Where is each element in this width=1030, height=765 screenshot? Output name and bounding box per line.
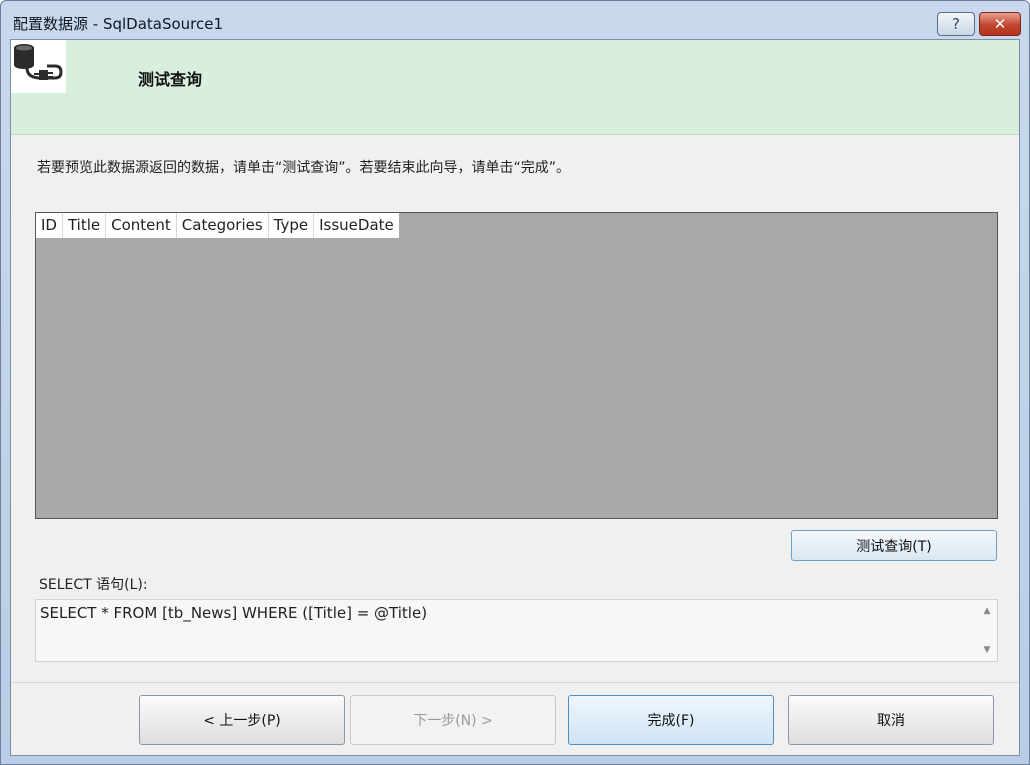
scroll-up-arrow-icon[interactable]: ▲	[981, 606, 993, 616]
finish-button[interactable]: 完成(F)	[568, 695, 774, 745]
window-title: 配置数据源 - SqlDataSource1	[13, 15, 224, 33]
close-button[interactable]: ✕	[979, 12, 1021, 36]
grid-column-header[interactable]: ID	[36, 213, 63, 238]
wizard-body: 测试查询 若要预览此数据源返回的数据，请单击“测试查询”。若要结束此向导，请单击…	[10, 39, 1020, 756]
grid-header-row: ID Title Content Categories Type IssueDa…	[36, 213, 399, 238]
grid-column-header[interactable]: IssueDate	[314, 213, 399, 238]
grid-column-header[interactable]: Title	[63, 213, 107, 238]
next-button[interactable]: 下一步(N) >	[350, 695, 556, 745]
test-query-button[interactable]: 测试查询(T)	[791, 530, 997, 561]
sql-statement-box[interactable]: SELECT * FROM [tb_News] WHERE ([Title] =…	[35, 599, 998, 662]
cancel-button[interactable]: 取消	[788, 695, 994, 745]
footer-divider	[11, 682, 1019, 683]
grid-column-header[interactable]: Content	[106, 213, 177, 238]
sql-statement-text: SELECT * FROM [tb_News] WHERE ([Title] =…	[40, 604, 428, 622]
grid-column-header[interactable]: Type	[269, 213, 315, 238]
scroll-down-arrow-icon[interactable]: ▼	[981, 645, 993, 655]
wizard-header: 测试查询	[11, 40, 1019, 135]
dialog-window: 配置数据源 - SqlDataSource1 ? ✕ 测试查询 若要预览此数据源…	[0, 0, 1030, 765]
help-button[interactable]: ?	[937, 12, 975, 36]
grid-column-header[interactable]: Categories	[177, 213, 269, 238]
sql-statement-label: SELECT 语句(L):	[39, 577, 148, 593]
page-title: 测试查询	[138, 70, 203, 89]
title-bar[interactable]: 配置数据源 - SqlDataSource1 ? ✕	[1, 1, 1029, 43]
previous-button[interactable]: < 上一步(P)	[139, 695, 345, 745]
database-connection-icon	[11, 40, 66, 93]
instruction-text: 若要预览此数据源返回的数据，请单击“测试查询”。若要结束此向导，请单击“完成”。	[37, 160, 571, 176]
results-grid[interactable]: ID Title Content Categories Type IssueDa…	[35, 212, 998, 519]
